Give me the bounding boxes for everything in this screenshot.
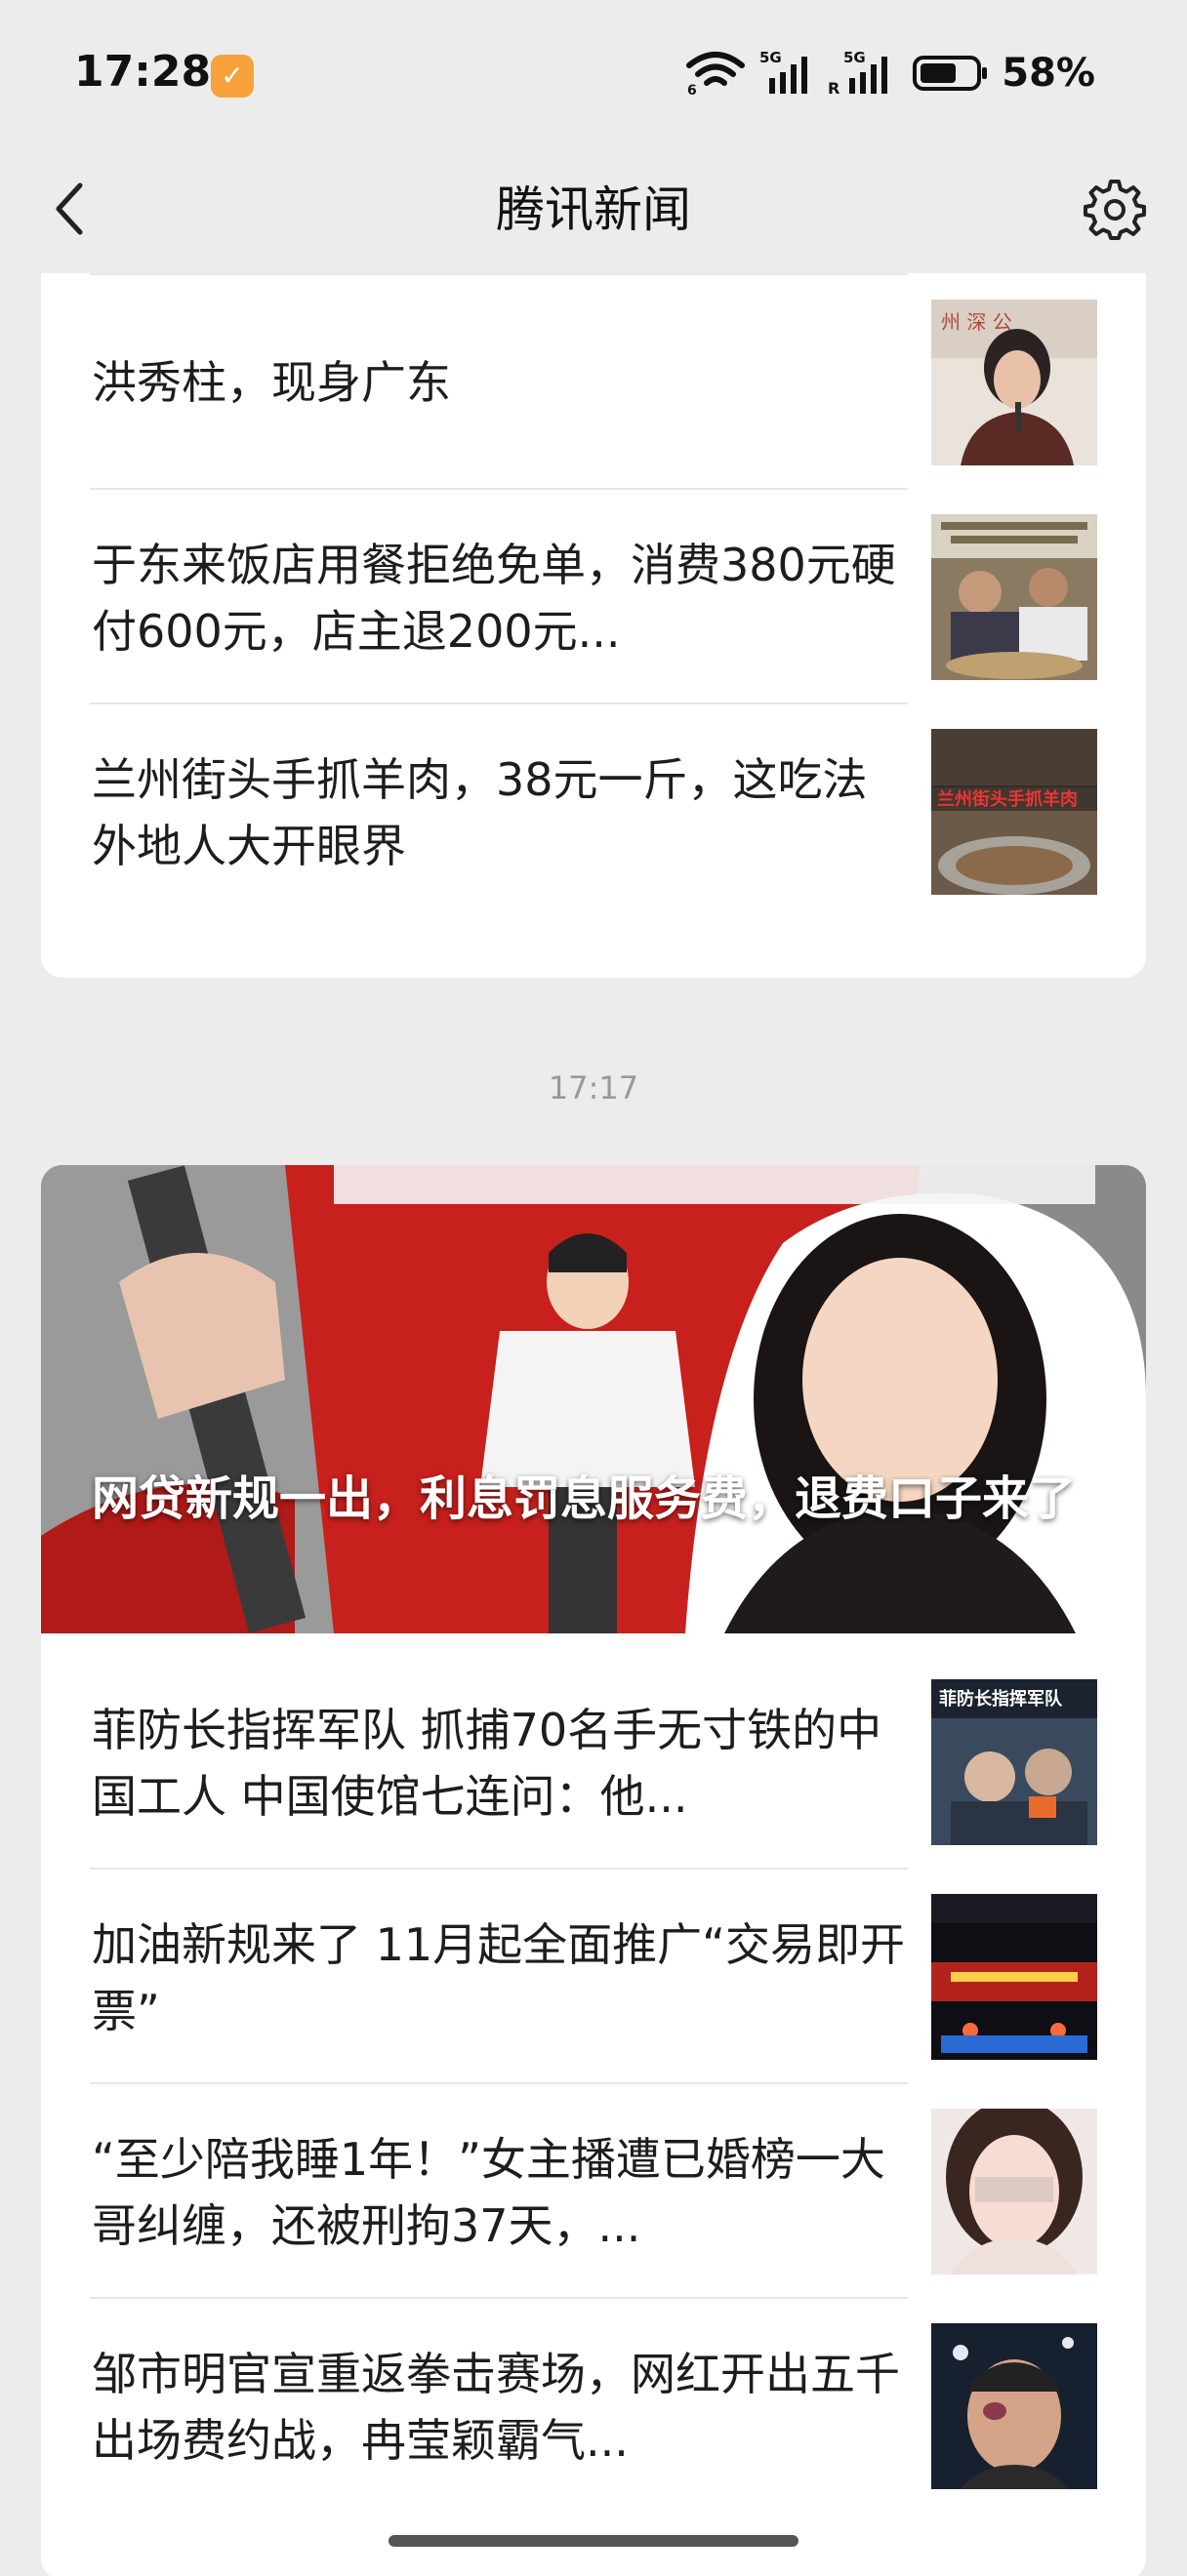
signal-icon-sim2: 5G R — [828, 49, 888, 98]
svg-text:菲防长指挥军队: 菲防长指挥军队 — [939, 1688, 1063, 1710]
news-thumbnail: 州 深 公 — [931, 300, 1097, 465]
hero-news[interactable]: 网贷新规一出，利息罚息服务费，退费口子来了 — [41, 1165, 1146, 1633]
signal-icon-sim1: 5G — [759, 49, 808, 94]
news-title: 菲防长指挥军队 抓捕70名手无寸铁的中国工人 中国使馆七连问：他... — [92, 1704, 882, 1823]
list-item[interactable]: 邹市明官宣重返拳击赛场，网红开出五千出场费约战，冉莹颖霸气... — [41, 2297, 1146, 2512]
gear-icon — [1084, 180, 1146, 240]
signal1-label: 5G — [759, 49, 782, 66]
news-title: 邹市明官宣重返拳击赛场，网红开出五千出场费约战，冉莹颖霸气... — [92, 2348, 900, 2467]
list-item[interactable]: 于东来饭店用餐拒绝免单，消费380元硬付600元，店主退200元... — [41, 488, 1146, 703]
divider — [90, 2082, 908, 2084]
divider — [90, 703, 908, 704]
news-thumbnail — [931, 514, 1097, 680]
news-card-2: 网贷新规一出，利息罚息服务费，退费口子来了 菲防长指挥军队 抓捕70名手无寸铁的… — [41, 1165, 1146, 2576]
news-thumbnail — [931, 2109, 1097, 2274]
divider — [90, 488, 908, 490]
divider — [90, 2297, 908, 2299]
wifi-sub-label: 6 — [687, 83, 697, 97]
hero-title: 网贷新规一出，利息罚息服务费，退费口子来了 — [92, 1471, 1077, 1526]
settings-button[interactable] — [1078, 172, 1152, 246]
news-title: 加油新规来了 11月起全面推广“交易即开票” — [92, 1918, 905, 2037]
news-title: 兰州街头手抓羊肉，38元一斤，这吃法外地人大开眼界 — [92, 753, 868, 872]
signal2-label: 5G — [843, 49, 866, 66]
news-thumbnail: 兰州街头手抓羊肉 — [931, 729, 1097, 895]
time-separator: 17:17 — [548, 1069, 639, 1107]
list-item[interactable]: “至少陪我睡1年！”女主播遭已婚榜一大哥纠缠，还被刑拘37天，... — [41, 2082, 1146, 2297]
status-icons: 6 5G 5G R 58% — [685, 49, 1095, 98]
news-thumbnail — [931, 1894, 1097, 2060]
battery-icon — [913, 56, 988, 91]
screen: 17:28 ✓ 6 5G 5G R 58% 腾讯新闻 洪秀柱，现身广东 州 深 … — [0, 0, 1187, 2576]
news-thumbnail: 菲防长指挥军队 — [931, 1679, 1097, 1845]
status-time: 17:28 — [74, 47, 212, 97]
divider — [90, 273, 908, 275]
news-title: 于东来饭店用餐拒绝免单，消费380元硬付600元，店主退200元... — [92, 539, 896, 658]
news-title: “至少陪我睡1年！”女主播遭已婚榜一大哥纠缠，还被刑拘37天，... — [92, 2133, 885, 2252]
svg-text:州 深 公: 州 深 公 — [941, 310, 1012, 334]
list-item[interactable]: 洪秀柱，现身广东 州 深 公 — [41, 273, 1146, 488]
divider — [90, 1868, 908, 1870]
title-bar: 腾讯新闻 — [0, 146, 1187, 273]
wifi-icon: 6 — [686, 52, 746, 97]
list-item[interactable]: 加油新规来了 11月起全面推广“交易即开票” — [41, 1868, 1146, 2082]
notification-app-icon: ✓ — [211, 55, 254, 98]
sim2-sub-label: R — [828, 79, 839, 98]
list-item[interactable]: 菲防长指挥军队 抓捕70名手无寸铁的中国工人 中国使馆七连问：他... 菲防长指… — [41, 1653, 1146, 1868]
page-title: 腾讯新闻 — [496, 181, 691, 238]
status-bar: 17:28 ✓ 6 5G 5G R 58% — [0, 0, 1187, 146]
news-card-1: 洪秀柱，现身广东 州 深 公 于东来饭店用餐拒绝免单，消费380元硬付600元，… — [41, 273, 1146, 978]
message-feed[interactable]: 洪秀柱，现身广东 州 深 公 于东来饭店用餐拒绝免单，消费380元硬付600元，… — [0, 273, 1187, 2576]
battery-percentage: 58% — [1002, 51, 1095, 96]
home-indicator[interactable] — [389, 2535, 798, 2547]
news-title: 洪秀柱，现身广东 — [92, 356, 451, 409]
list-item[interactable]: 兰州街头手抓羊肉，38元一斤，这吃法外地人大开眼界 兰州街头手抓羊肉 — [41, 703, 1146, 917]
svg-text:兰州街头手抓羊肉: 兰州街头手抓羊肉 — [937, 788, 1078, 810]
news-thumbnail — [931, 2323, 1097, 2489]
hero-image — [41, 1165, 1146, 1633]
